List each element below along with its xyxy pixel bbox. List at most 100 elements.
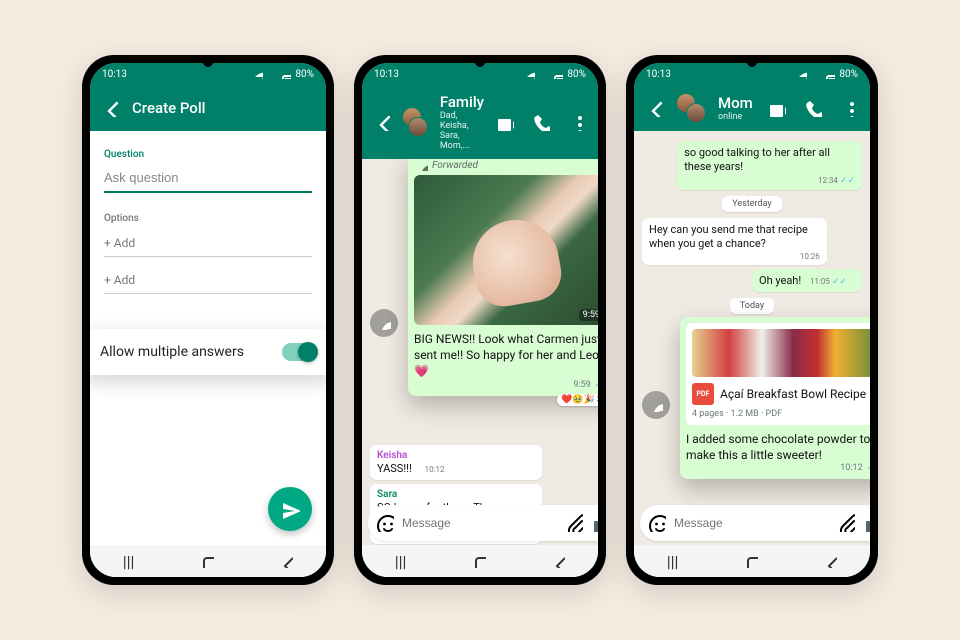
- forward-icon: [377, 316, 391, 330]
- forward-button[interactable]: [370, 309, 398, 337]
- home-button[interactable]: [744, 554, 758, 568]
- more-icon[interactable]: [568, 113, 586, 131]
- battery-icon: [825, 69, 835, 79]
- message-input[interactable]: [402, 516, 557, 530]
- question-input[interactable]: [104, 164, 312, 193]
- add-option-1[interactable]: + Add: [104, 230, 312, 257]
- message-text: so good talking to her after all these y…: [684, 146, 855, 175]
- back-icon[interactable]: [646, 99, 664, 117]
- read-ticks-icon: ✓✓: [595, 380, 598, 390]
- message-input-field[interactable]: [640, 505, 870, 541]
- phone-mom-chat: 10:13 80% Mom online: [626, 55, 878, 585]
- home-button[interactable]: [472, 554, 486, 568]
- send-poll-button[interactable]: [268, 487, 312, 531]
- sender-name: Keisha: [377, 450, 535, 461]
- message-text: YASS!!!: [377, 462, 412, 475]
- input-bar: [368, 505, 592, 541]
- message-time: 10:12: [425, 465, 445, 474]
- message-text: I added some chocolate powder to make th…: [686, 431, 870, 463]
- allow-multiple-label: Allow multiple answers: [100, 344, 244, 360]
- signal-icon: [811, 69, 821, 79]
- chat-title[interactable]: Mom: [718, 94, 756, 112]
- allow-multiple-toggle[interactable]: [282, 343, 316, 361]
- wifi-icon: [525, 69, 535, 79]
- voice-call-icon[interactable]: [804, 99, 822, 117]
- appbar: Mom online: [634, 85, 870, 131]
- attach-icon[interactable]: [565, 514, 583, 532]
- recents-button[interactable]: |||: [123, 552, 135, 571]
- back-icon[interactable]: [374, 113, 390, 131]
- input-bar: [640, 505, 864, 541]
- message-input-field[interactable]: [368, 505, 598, 541]
- reactions-badge[interactable]: ❤️🥹🎉 3: [557, 394, 598, 406]
- android-navbar: |||: [362, 545, 598, 577]
- nav-back-button[interactable]: [279, 554, 293, 568]
- status-time: 10:13: [102, 69, 127, 80]
- read-ticks-icon: ✓✓: [867, 463, 870, 473]
- document-title: Açaí Breakfast Bowl Recipe: [720, 387, 866, 401]
- appbar: Family Dad, Keisha, Sara, Mom,...: [362, 85, 598, 159]
- message-bubble[interactable]: Oh yeah! 11:05✓✓: [752, 269, 862, 292]
- document-preview-image: [692, 329, 870, 377]
- wifi-icon: [797, 69, 807, 79]
- page-title: Create Poll: [132, 99, 205, 117]
- recents-button[interactable]: |||: [667, 552, 679, 571]
- contact-avatar[interactable]: [676, 93, 706, 123]
- emoji-icon[interactable]: [376, 514, 394, 532]
- back-icon[interactable]: [102, 99, 120, 117]
- document-message[interactable]: PDF Açaí Breakfast Bowl Recipe 4 pages ·…: [680, 317, 870, 479]
- more-icon[interactable]: [840, 99, 858, 117]
- add-option-2[interactable]: + Add: [104, 267, 312, 294]
- chat-title[interactable]: Family: [440, 93, 484, 111]
- home-button[interactable]: [200, 554, 214, 568]
- video-call-icon[interactable]: [768, 99, 786, 117]
- wifi-icon: [253, 69, 263, 79]
- status-time: 10:13: [374, 69, 399, 80]
- read-ticks-icon: ✓✓: [832, 277, 847, 287]
- phone-family-chat: 10:13 80% Family Dad, Keisha, Sara, Mom,…: [354, 55, 606, 585]
- forward-button[interactable]: [642, 391, 670, 419]
- sender-name: Sara: [377, 489, 535, 500]
- signal-icon: [267, 69, 277, 79]
- chat-participants: Dad, Keisha, Sara, Mom,...: [440, 111, 484, 151]
- image-timestamp: 9:59: [579, 309, 598, 321]
- options-label: Options: [104, 213, 312, 224]
- message-bubble[interactable]: so good talking to her after all these y…: [677, 141, 862, 190]
- status-time: 10:13: [646, 69, 671, 80]
- attach-icon[interactable]: [837, 514, 855, 532]
- message-bubble[interactable]: Keisha YASS!!! 10:12: [370, 445, 542, 480]
- message-input[interactable]: [674, 516, 829, 530]
- big-news-text: BIG NEWS!! Look what Carmen just sent me…: [414, 332, 598, 362]
- heart-emoji: 💗: [414, 364, 429, 378]
- battery-pct: 80%: [295, 69, 314, 80]
- read-ticks-icon: ✓✓: [840, 176, 855, 186]
- camera-icon[interactable]: [591, 514, 598, 532]
- battery-icon: [553, 69, 563, 79]
- nav-back-button[interactable]: [823, 554, 837, 568]
- group-avatar[interactable]: [402, 107, 428, 137]
- document-card[interactable]: PDF Açaí Breakfast Bowl Recipe 4 pages ·…: [686, 323, 870, 425]
- forwarded-label: Forwarded: [432, 160, 478, 171]
- voice-call-icon[interactable]: [532, 113, 550, 131]
- message-bubble[interactable]: Hey can you send me that recipe when you…: [642, 218, 827, 266]
- battery-pct: 80%: [839, 69, 858, 80]
- video-call-icon[interactable]: [496, 113, 514, 131]
- camera-icon[interactable]: [863, 514, 870, 532]
- ring-photo[interactable]: 9:59: [414, 175, 598, 325]
- emoji-icon[interactable]: [648, 514, 666, 532]
- appbar: Create Poll: [90, 85, 326, 131]
- question-label: Question: [104, 149, 312, 160]
- message-time: 10:26: [649, 252, 820, 261]
- nav-back-button[interactable]: [551, 554, 565, 568]
- msg-time: 9:59: [573, 380, 590, 390]
- allow-multiple-card: Allow multiple answers: [90, 329, 326, 375]
- send-icon: [280, 499, 300, 519]
- battery-pct: 80%: [567, 69, 586, 80]
- date-separator: Today: [730, 298, 774, 314]
- message-text: Hey can you send me that recipe when you…: [649, 223, 820, 252]
- phone-create-poll: 10:13 80% Create Poll Question Options +…: [82, 55, 334, 585]
- recents-button[interactable]: |||: [395, 552, 407, 571]
- battery-icon: [281, 69, 291, 79]
- forwarded-message[interactable]: Forwarded 9:59 BIG NEWS!! Look what Carm…: [408, 159, 598, 396]
- document-meta: 4 pages · 1.2 MB · PDF: [692, 409, 870, 419]
